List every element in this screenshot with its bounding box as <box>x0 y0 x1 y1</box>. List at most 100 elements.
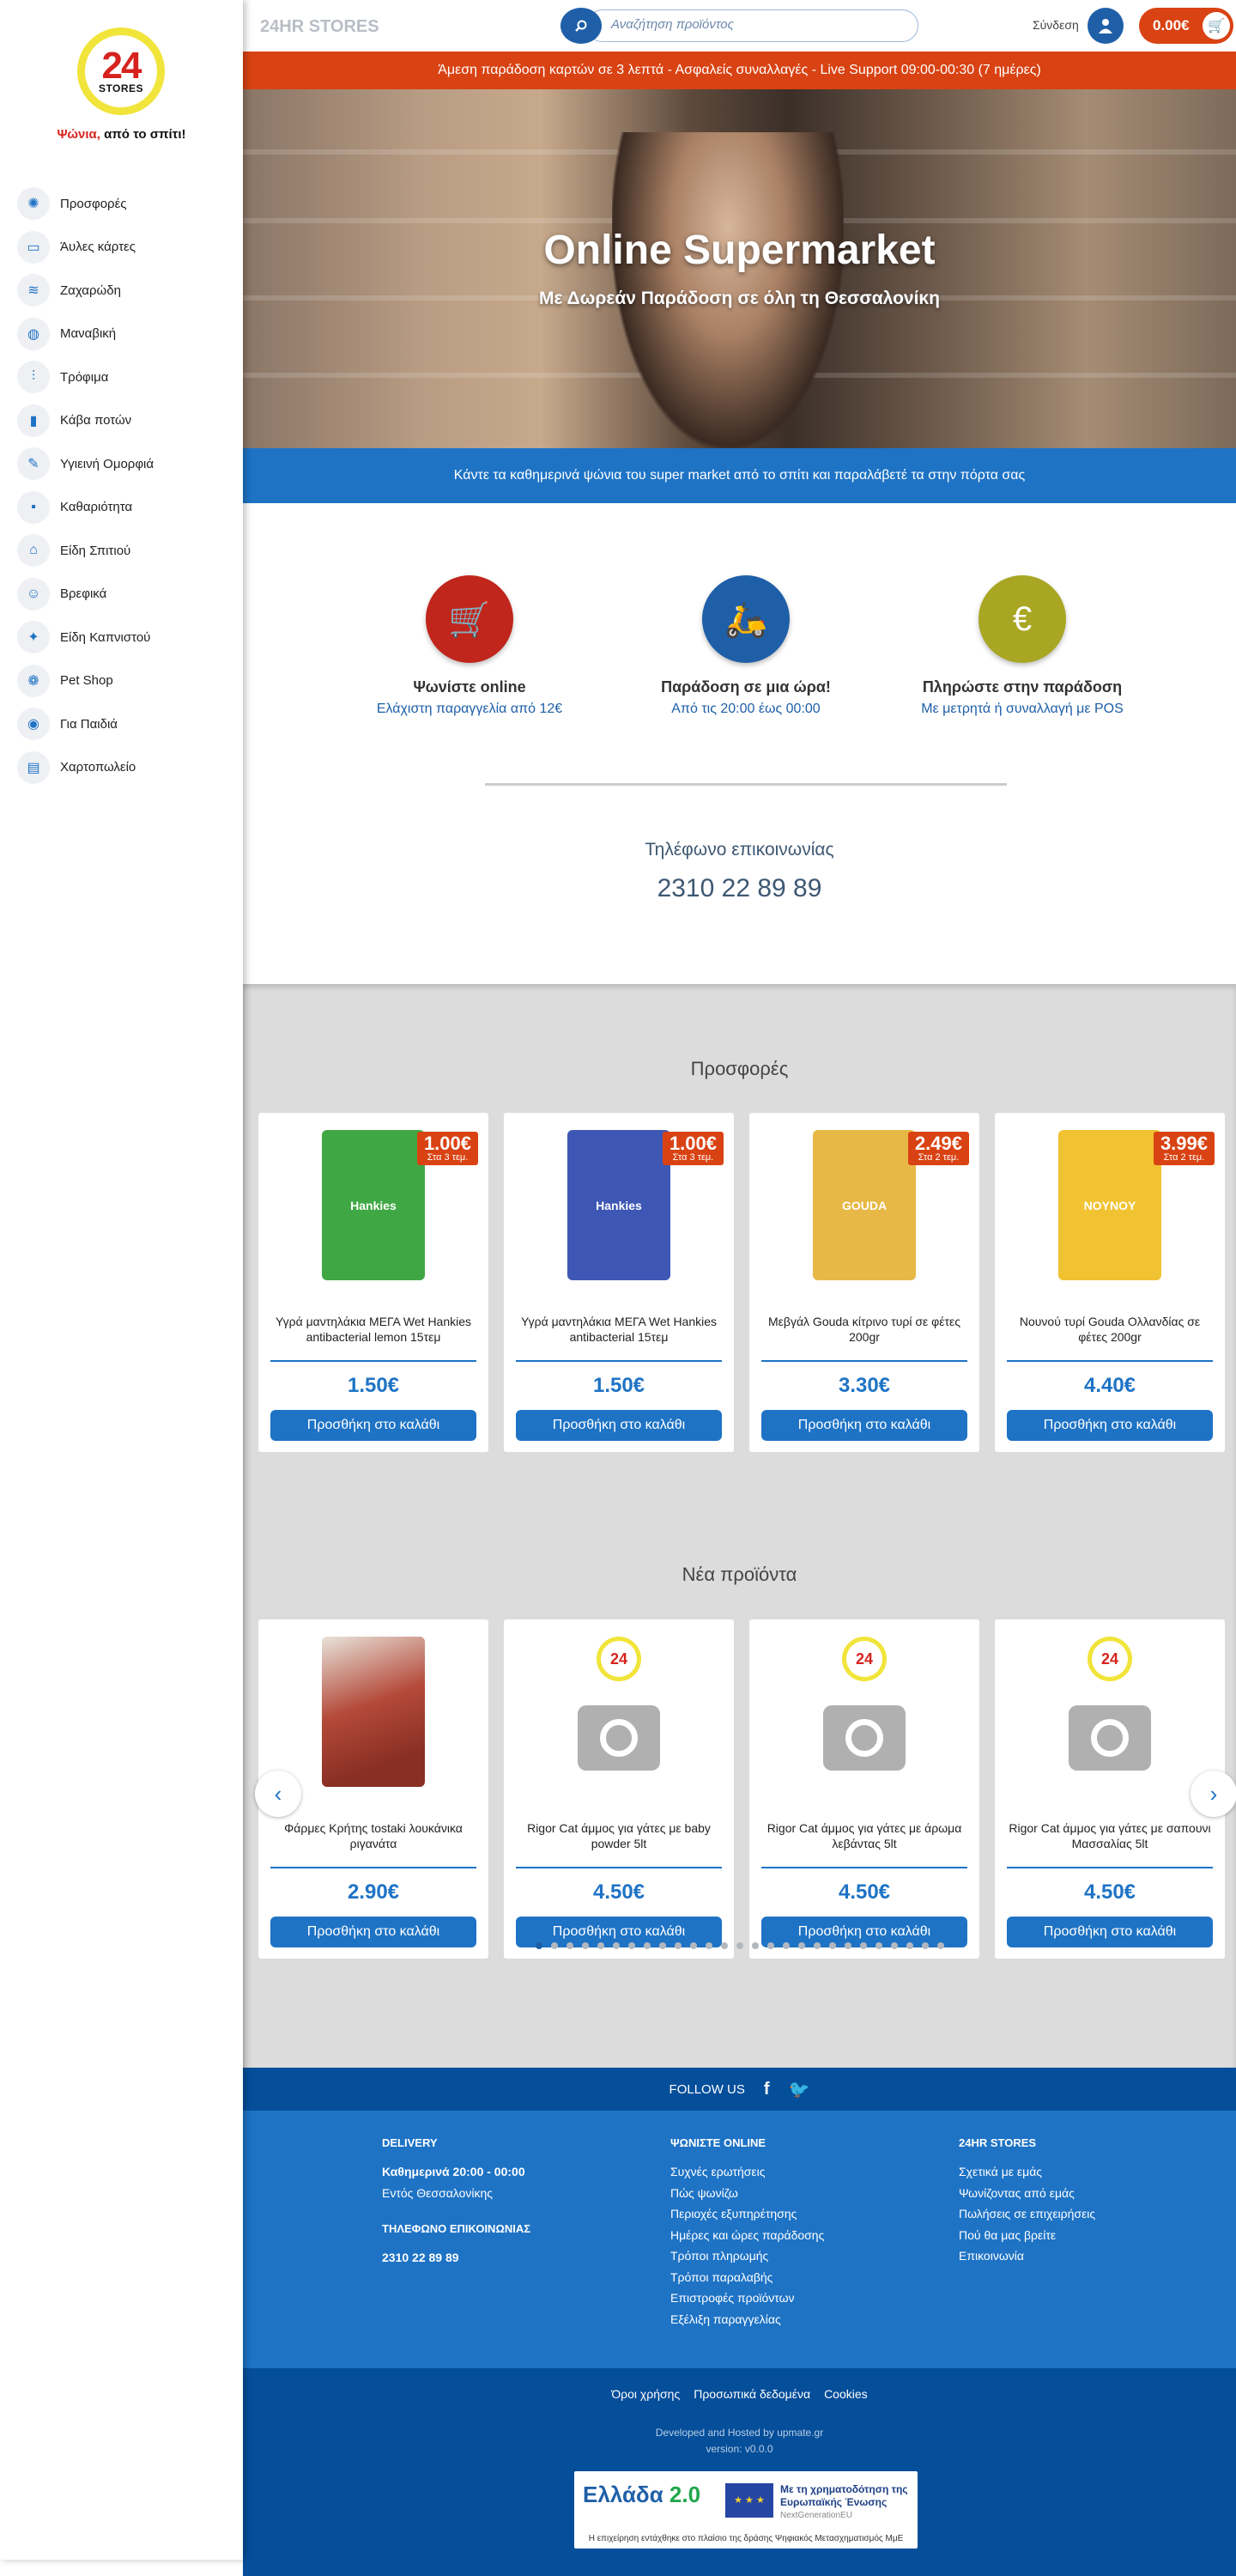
carousel-dot[interactable] <box>658 1942 666 1949</box>
login-link[interactable]: Σύνδεση <box>1033 18 1079 32</box>
product-name[interactable]: Υγρά μαντηλάκια ΜΕΓΑ Wet Hankies antibac… <box>270 1314 476 1345</box>
footer-link[interactable]: Τρόποι πληρωμής <box>670 2245 824 2267</box>
sidebar-item[interactable]: ▪ Καθαριότητα <box>17 486 236 530</box>
footer-link[interactable]: Πώς ψωνίζω <box>670 2183 824 2204</box>
sidebar-item[interactable]: ◍ Μαναβική <box>17 313 236 356</box>
sidebar-item[interactable]: ▮ Κάβα ποτών <box>17 399 236 443</box>
product-name[interactable]: Rigor Cat άμμος για γάτες με σαπουνι Μασ… <box>1007 1820 1213 1851</box>
footer-link[interactable]: Επιστροφές προϊόντων <box>670 2287 824 2309</box>
cart-button[interactable]: 0.00€ 🛒 <box>1139 8 1233 44</box>
carousel-dot[interactable] <box>535 1942 542 1949</box>
carousel-dot[interactable] <box>936 1942 944 1949</box>
footer-phone[interactable]: 2310 22 89 89 <box>382 2247 530 2269</box>
add-to-cart-button[interactable]: Προσθήκη στο καλάθι <box>1007 1410 1213 1441</box>
carousel-dot[interactable] <box>689 1942 697 1949</box>
sidebar-item[interactable]: ◉ Για Παιδιά <box>17 702 236 746</box>
carousel-dot[interactable] <box>906 1942 913 1949</box>
search-button[interactable] <box>560 8 602 44</box>
legal-links: Όροι χρήσης Προσωπικά δεδομένα Cookies <box>243 2387 1236 2401</box>
product-image[interactable]: Hankies <box>322 1130 425 1280</box>
carousel-dot[interactable] <box>859 1942 867 1949</box>
carousel-dot[interactable] <box>720 1942 728 1949</box>
carousel-dot[interactable] <box>705 1942 712 1949</box>
carousel-dot[interactable] <box>751 1942 759 1949</box>
add-to-cart-button[interactable]: Προσθήκη στο καλάθι <box>270 1410 476 1441</box>
product-name[interactable]: Μεβγάλ Gouda κίτρινο τυρί σε φέτες 200gr <box>761 1314 967 1345</box>
product-name[interactable]: Νουνού τυρί Gouda Ολλανδίας σε φέτες 200… <box>1007 1314 1213 1345</box>
sidebar-item[interactable]: ▤ Χαρτοπωλείο <box>17 746 236 790</box>
carousel-dot[interactable] <box>597 1942 604 1949</box>
carousel-next-button[interactable]: › <box>1191 1771 1236 1817</box>
search-input[interactable]: Αναζήτηση προϊόντος <box>586 9 918 42</box>
sidebar-item[interactable]: ☺ Βρεφικά <box>17 573 236 617</box>
sidebar-item-label: Είδη Καπνιστού <box>60 629 151 645</box>
footer-link[interactable]: Συχνές ερωτήσεις <box>670 2161 824 2183</box>
sidebar-item[interactable]: ❁ Pet Shop <box>17 659 236 703</box>
sidebar-item[interactable]: ✺ Προσφορές <box>17 182 236 226</box>
product-name[interactable]: Rigor Cat άμμος για γάτες με άρωμα λεβάν… <box>761 1820 967 1851</box>
product-image[interactable] <box>322 1637 425 1787</box>
sidebar-item[interactable]: ✦ Είδη Καπνιστού <box>17 616 236 659</box>
carousel-dot[interactable] <box>875 1942 882 1949</box>
legal-link[interactable]: Προσωπικά δεδομένα <box>694 2387 810 2401</box>
carousel-dot[interactable] <box>782 1942 790 1949</box>
footer-link[interactable]: Περιοχές εξυπηρέτησης <box>670 2203 824 2225</box>
carousel-dot[interactable] <box>766 1942 774 1949</box>
footer-link[interactable]: Ψωνίζοντας από εμάς <box>959 2183 1095 2204</box>
sidebar-item[interactable]: ✎ Υγιεινή Ομορφιά <box>17 442 236 486</box>
footer-link[interactable]: Πωλήσεις σε επιχειρήσεις <box>959 2203 1095 2225</box>
product-card[interactable]: 24 Rigor Cat άμμος για γάτες με άρωμα λεβ… <box>749 1619 979 1959</box>
footer-link[interactable]: Πού θα μας βρείτε <box>959 2225 1095 2246</box>
add-to-cart-button[interactable]: Προσθήκη στο καλάθι <box>761 1410 967 1441</box>
product-name[interactable]: Φάρμες Κρήτης tostaki λουκάνικα ριγανάτα <box>270 1820 476 1851</box>
sidebar-item-label: Χαρτοπωλείο <box>60 760 136 775</box>
follow-bar: FOLLOW US f 🐦 <box>243 2068 1236 2111</box>
product-card[interactable]: Hankies 1.00€ Στα 3 τεμ. Υγρά μαντηλάκια ΜΕ… <box>258 1113 488 1452</box>
legal-link[interactable]: Όροι χρήσης <box>611 2387 680 2401</box>
placeholder-logo: 24 <box>842 1637 887 1681</box>
footer-link[interactable]: Σχετικά με εμάς <box>959 2161 1095 2183</box>
feature-title: Ψωνίστε online <box>413 678 526 696</box>
product-card[interactable]: GOUDA 2.49€ Στα 2 τεμ. Μεβγάλ Gouda κίτρινο… <box>749 1113 979 1452</box>
product-image[interactable]: NOYNOY <box>1058 1130 1161 1280</box>
twitter-icon[interactable]: 🐦 <box>789 2079 810 2100</box>
carousel-dot[interactable] <box>581 1942 589 1949</box>
legal-link[interactable]: Cookies <box>824 2387 868 2401</box>
product-image[interactable]: Hankies <box>567 1130 670 1280</box>
store-logo[interactable]: 24 STORES <box>77 27 165 115</box>
carousel-dot[interactable] <box>736 1942 743 1949</box>
carousel-dot[interactable] <box>813 1942 821 1949</box>
carousel-dot[interactable] <box>797 1942 805 1949</box>
sidebar-item[interactable]: ≋ Ζαχαρώδη <box>17 269 236 313</box>
carousel-dot[interactable] <box>674 1942 682 1949</box>
product-card[interactable]: 24 Rigor Cat άμμος για γάτες με baby powd… <box>504 1619 734 1959</box>
sidebar-item[interactable]: ▭ Άυλες κάρτες <box>17 226 236 270</box>
sidebar-item[interactable]: ⫶ Τρόφιμα <box>17 355 236 399</box>
footer-link[interactable]: Τρόποι παραλαβής <box>670 2267 824 2288</box>
product-name[interactable]: Rigor Cat άμμος για γάτες με baby powder… <box>516 1820 722 1851</box>
product-image[interactable]: GOUDA <box>813 1130 916 1280</box>
product-card[interactable]: NOYNOY 3.99€ Στα 2 τεμ. Νουνού τυρί Gouda Ο… <box>995 1113 1225 1452</box>
carousel-dot[interactable] <box>612 1942 620 1949</box>
brand-name[interactable]: 24HR STORES <box>260 17 379 37</box>
carousel-dot[interactable] <box>550 1942 558 1949</box>
carousel-dot[interactable] <box>844 1942 851 1949</box>
footer-link[interactable]: Εξέλιξη παραγγελίας <box>670 2309 824 2330</box>
footer-link[interactable]: Επικοινωνία <box>959 2245 1095 2267</box>
product-card[interactable]: Hankies 1.00€ Στα 3 τεμ. Υγρά μαντηλάκια ΜΕ… <box>504 1113 734 1452</box>
sidebar-item[interactable]: ⌂ Είδη Σπιτιού <box>17 529 236 573</box>
contact-phone[interactable]: 2310 22 89 89 <box>243 874 1236 903</box>
dev-text[interactable]: Developed and Hosted by upmate.gr <box>243 2425 1236 2441</box>
add-to-cart-button[interactable]: Προσθήκη στο καλάθι <box>516 1410 722 1441</box>
carousel-prev-button[interactable]: ‹ <box>255 1771 301 1817</box>
footer-link[interactable]: Ημέρες και ώρες παράδοσης <box>670 2225 824 2246</box>
carousel-dot[interactable] <box>890 1942 898 1949</box>
carousel-dot[interactable] <box>828 1942 836 1949</box>
carousel-dot[interactable] <box>566 1942 573 1949</box>
product-name[interactable]: Υγρά μαντηλάκια ΜΕΓΑ Wet Hankies antibac… <box>516 1314 722 1345</box>
carousel-dot[interactable] <box>643 1942 651 1949</box>
user-button[interactable] <box>1088 8 1124 44</box>
carousel-dot[interactable] <box>627 1942 635 1949</box>
carousel-dot[interactable] <box>921 1942 929 1949</box>
facebook-icon[interactable]: f <box>764 2080 770 2099</box>
